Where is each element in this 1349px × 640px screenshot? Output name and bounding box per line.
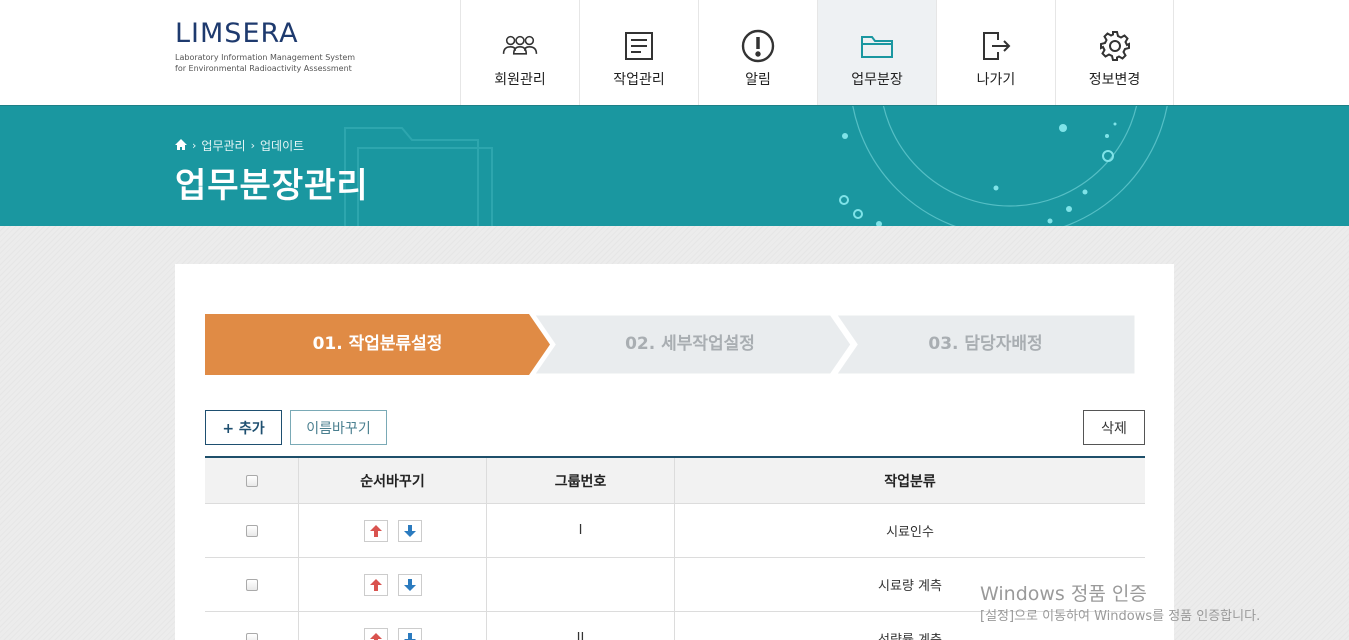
step-3[interactable]: 03. 담당자배정 bbox=[835, 314, 1136, 375]
header-cell-reorder: 순서바꾸기 bbox=[299, 458, 487, 503]
row-select-cell bbox=[205, 612, 299, 640]
document-icon bbox=[621, 29, 657, 63]
nav-label: 정보변경 bbox=[1088, 72, 1141, 88]
arrow-up-icon bbox=[369, 524, 382, 537]
main-nav: 회원관리 작업관리 알림 업무분장 나가기 정보변경 bbox=[460, 0, 1174, 105]
alert-icon bbox=[740, 29, 776, 63]
breadcrumb-separator-icon: › bbox=[192, 139, 197, 152]
header-cell-group: 그룹번호 bbox=[487, 458, 675, 503]
users-icon bbox=[502, 29, 538, 63]
move-down-button[interactable] bbox=[397, 519, 422, 542]
group-number-cell: I bbox=[487, 504, 675, 557]
delete-button[interactable]: 삭제 bbox=[1083, 410, 1145, 445]
header-cell-select bbox=[205, 458, 299, 503]
logout-icon bbox=[978, 29, 1014, 63]
nav-item-members[interactable]: 회원관리 bbox=[460, 0, 579, 105]
nav-item-settings[interactable]: 정보변경 bbox=[1055, 0, 1174, 105]
rename-button[interactable]: 이름바꾸기 bbox=[290, 410, 387, 445]
reorder-cell bbox=[299, 504, 487, 557]
add-button[interactable]: + 추가 bbox=[205, 410, 282, 445]
logo[interactable]: LIMSERA Laboratory Information Managemen… bbox=[175, 18, 355, 74]
gear-icon bbox=[1097, 29, 1133, 63]
arrow-up-icon bbox=[369, 578, 382, 591]
move-up-button[interactable] bbox=[363, 573, 388, 596]
folder-icon bbox=[859, 29, 895, 63]
step-2[interactable]: 02. 세부작업설정 bbox=[535, 314, 845, 375]
nav-label: 회원관리 bbox=[494, 72, 546, 88]
row-select-cell bbox=[205, 504, 299, 557]
logo-title: LIMSERA bbox=[175, 18, 299, 49]
nav-item-assignment[interactable]: 업무분장 bbox=[817, 0, 936, 105]
step-indicator: 01. 작업분류설정 02. 세부작업설정 03. 담당자배정 bbox=[205, 314, 1136, 375]
nav-label: 나가기 bbox=[976, 72, 1016, 88]
reorder-cell bbox=[299, 558, 487, 611]
arrow-up-icon bbox=[369, 632, 382, 640]
select-all-checkbox[interactable] bbox=[245, 474, 258, 487]
nav-label: 업무분장 bbox=[851, 72, 903, 88]
group-number-cell: II bbox=[487, 612, 675, 640]
page-banner: › 업무관리 › 업데이트 업무분장관리 bbox=[0, 106, 1349, 226]
header-cell-category: 작업분류 bbox=[884, 473, 936, 490]
windows-activation-watermark: Windows 정품 인증 [설정]으로 이동하여 Windows를 정품 인증… bbox=[980, 582, 1260, 627]
arrow-down-icon bbox=[403, 524, 416, 537]
group-number-cell bbox=[487, 558, 675, 611]
arrow-down-icon bbox=[403, 632, 416, 640]
nav-label: 알림 bbox=[745, 72, 771, 88]
nav-label: 작업관리 bbox=[613, 72, 665, 88]
logo-subtitle-line1: Laboratory Information Management System bbox=[175, 53, 356, 62]
row-checkbox[interactable] bbox=[245, 578, 258, 591]
page-title: 업무분장관리 bbox=[175, 166, 369, 206]
nav-item-alerts[interactable]: 알림 bbox=[698, 0, 817, 105]
row-select-cell bbox=[205, 558, 299, 611]
move-down-button[interactable] bbox=[397, 573, 422, 596]
breadcrumb-separator-icon: › bbox=[250, 139, 255, 152]
breadcrumb: › 업무관리 › 업데이트 bbox=[175, 137, 304, 154]
move-up-button[interactable] bbox=[363, 627, 388, 640]
category-cell[interactable]: 시료인수 bbox=[675, 504, 1145, 557]
row-checkbox[interactable] bbox=[245, 632, 258, 640]
arrow-down-icon bbox=[403, 578, 416, 591]
breadcrumb-item[interactable]: 업무관리 bbox=[201, 137, 245, 154]
top-header: LIMSERA Laboratory Information Managemen… bbox=[0, 0, 1349, 106]
watermark-title: Windows 정품 인증 bbox=[980, 583, 1147, 605]
row-checkbox[interactable] bbox=[245, 524, 258, 537]
nav-item-tasks[interactable]: 작업관리 bbox=[579, 0, 698, 105]
table-row: I 시료인수 bbox=[205, 504, 1145, 558]
step-1[interactable]: 01. 작업분류설정 bbox=[205, 314, 550, 375]
move-up-button[interactable] bbox=[363, 519, 388, 542]
move-down-button[interactable] bbox=[397, 627, 422, 640]
logo-subtitle-line2: for Environmental Radioactivity Assessme… bbox=[175, 64, 352, 73]
table-header-row: 순서바꾸기 그룹번호 작업분류 bbox=[205, 458, 1145, 504]
home-icon[interactable] bbox=[175, 138, 187, 153]
reorder-cell bbox=[299, 612, 487, 640]
breadcrumb-item[interactable]: 업데이트 bbox=[260, 137, 304, 154]
nav-item-logout[interactable]: 나가기 bbox=[936, 0, 1055, 105]
watermark-text: [설정]으로 이동하여 Windows를 정품 인증합니다. bbox=[980, 609, 1261, 624]
